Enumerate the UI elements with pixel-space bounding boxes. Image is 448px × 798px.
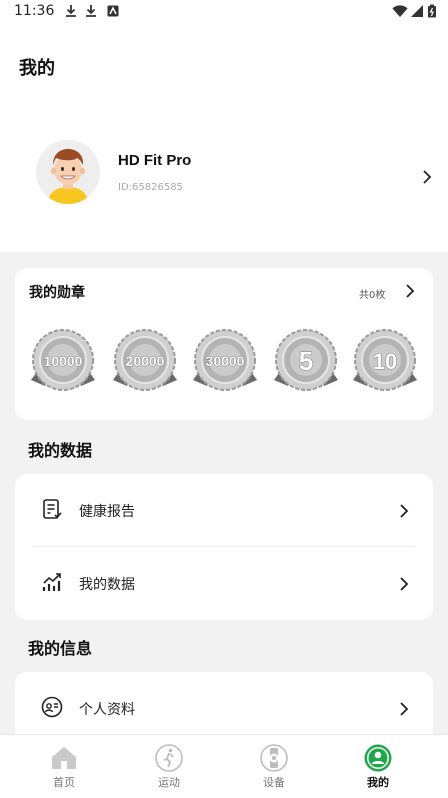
medal-10000[interactable]: 10000	[27, 326, 99, 398]
tab-mine[interactable]: 我的	[322, 735, 434, 798]
report-icon	[43, 499, 62, 519]
medal-30000[interactable]: 30000	[189, 326, 261, 398]
home-icon	[52, 747, 76, 769]
user-icon	[364, 744, 392, 772]
row-label: 健康报告	[79, 504, 135, 520]
badges-card[interactable]: 我的勋章 共0枚 10000 20000 30000 5 10	[15, 268, 433, 420]
status-time: 11:36	[14, 3, 55, 19]
download-icon	[86, 5, 96, 17]
badges-title: 我的勋章	[29, 285, 85, 301]
page-title: 我的	[19, 58, 55, 79]
profile-card-icon	[41, 696, 63, 718]
avatar-icon	[36, 140, 100, 204]
profile-id: ID:65826585	[118, 182, 183, 193]
chevron-right-icon[interactable]	[403, 284, 417, 298]
row-label: 个人资料	[79, 702, 135, 718]
chevron-right-icon[interactable]	[397, 577, 411, 591]
download-icon	[66, 5, 76, 17]
medal-icon: 10	[353, 329, 417, 391]
tab-label: 首页	[53, 776, 75, 789]
avatar[interactable]	[36, 140, 100, 204]
tab-home[interactable]: 首页	[8, 735, 120, 798]
medal-5[interactable]: 5	[270, 326, 342, 398]
chevron-right-icon[interactable]	[420, 170, 434, 184]
status-bar: 11:36	[0, 0, 448, 26]
profile-row[interactable]: HD Fit Pro ID:65826585	[0, 134, 448, 214]
chevron-right-icon[interactable]	[397, 504, 411, 518]
run-icon	[155, 744, 183, 772]
medal-icon: 30000	[193, 329, 257, 391]
my-data-section-title: 我的数据	[28, 441, 93, 460]
wifi-icon	[392, 5, 408, 17]
bottom-tab-bar: 首页 运动 设备 我的	[0, 734, 448, 798]
medal-icon: 5	[274, 329, 338, 391]
medal-10[interactable]: 10	[349, 326, 421, 398]
tab-device[interactable]: 设备	[218, 735, 330, 798]
medal-label: 20000	[126, 353, 165, 369]
tab-label: 运动	[158, 776, 180, 789]
profile-name: HD Fit Pro	[118, 152, 192, 169]
medal-label: 5	[299, 346, 313, 376]
tab-sport[interactable]: 运动	[113, 735, 225, 798]
my-info-section-title: 我的信息	[28, 639, 93, 658]
medal-icon: 20000	[113, 329, 177, 391]
my-data-card: 健康报告 我的数据	[15, 474, 433, 620]
medal-label: 30000	[206, 353, 245, 369]
badge-count: 共0枚	[359, 290, 386, 301]
health-report-row[interactable]: 健康报告	[15, 474, 433, 547]
medal-20000[interactable]: 20000	[109, 326, 181, 398]
watch-icon	[260, 744, 288, 772]
row-label: 我的数据	[79, 577, 135, 593]
signal-icon	[411, 5, 423, 17]
profile-header: 我的 HD Fit Pro ID:65826585	[0, 26, 448, 252]
medal-label: 10000	[44, 353, 83, 369]
chart-icon	[42, 573, 61, 591]
tab-label: 我的	[367, 776, 389, 789]
my-data-row[interactable]: 我的数据	[15, 547, 433, 619]
battery-icon	[428, 4, 436, 18]
notification-icon	[107, 5, 119, 17]
medal-icon: 10000	[31, 329, 95, 391]
chevron-right-icon[interactable]	[397, 702, 411, 716]
tab-label: 设备	[263, 776, 285, 789]
medal-label: 10	[373, 349, 397, 374]
